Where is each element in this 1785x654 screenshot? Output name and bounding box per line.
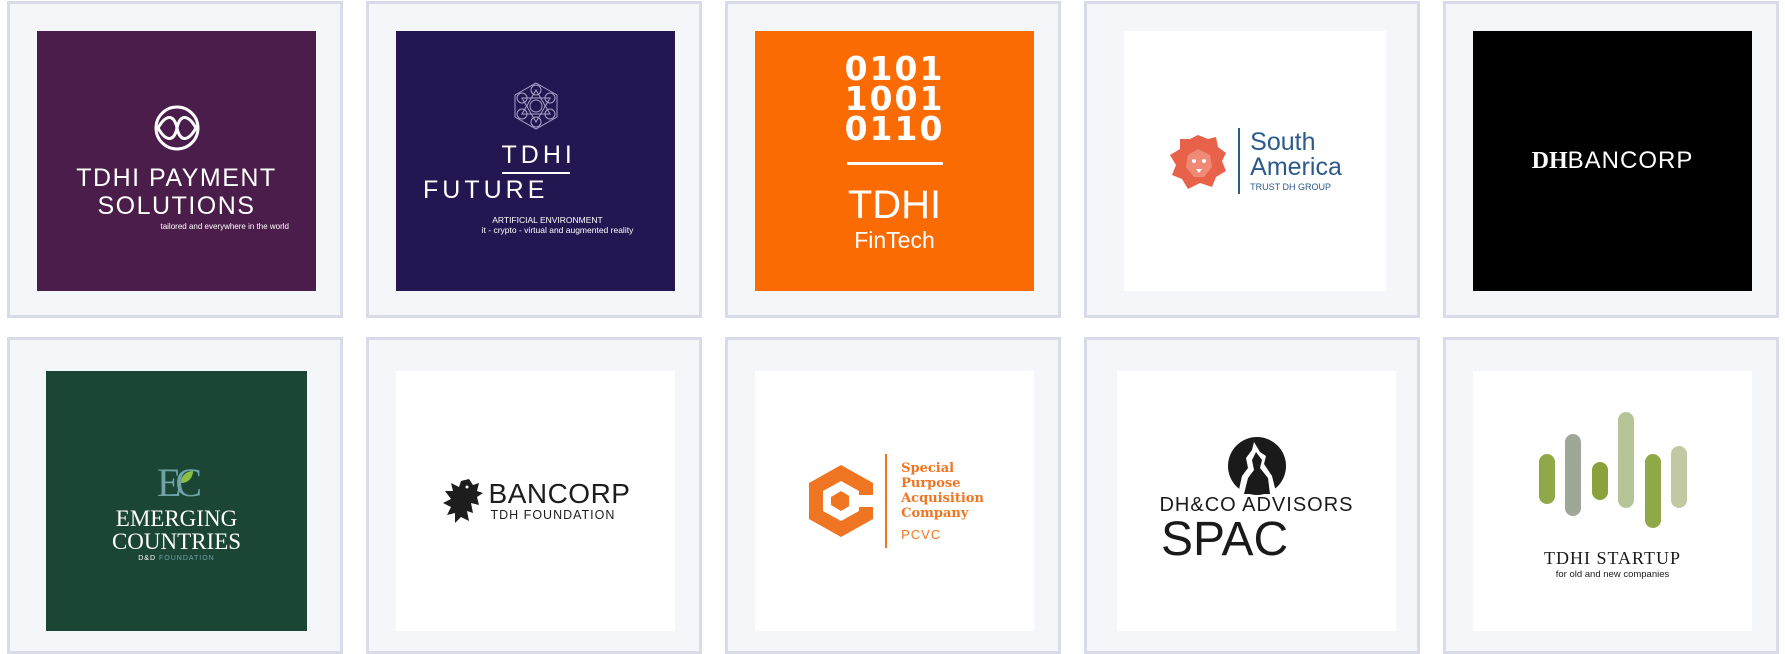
pcvc-text: Special Purpose Acquisition Company PCVC: [901, 461, 984, 542]
payment-tagline: tailored and everywhere in the world: [160, 221, 289, 231]
dhco-spac-logo[interactable]: DH&CO ADVISORS SPAC: [1117, 371, 1396, 631]
startup-logo[interactable]: TDHI STARTUP for old and new companies: [1473, 371, 1752, 631]
dhco-subtitle: SPAC: [1161, 512, 1289, 566]
emerging-mark: EC: [157, 459, 202, 505]
bancorp-tdh-logo[interactable]: BANCORP TDH FOUNDATION: [396, 371, 675, 631]
logo-card-startup[interactable]: TDHI STARTUP for old and new companies: [1443, 337, 1779, 654]
pcvc-line3: Acquisition: [901, 490, 984, 506]
dhbancorp-logo[interactable]: DH BANCORP: [1473, 31, 1752, 291]
bancorp-tagline: TDH FOUNDATION: [490, 508, 616, 522]
pcvc-abbr: PCVC: [901, 526, 942, 542]
south-america-tagline: TRUST DH GROUP: [1250, 182, 1331, 192]
fintech-subtitle: FinTech: [854, 226, 935, 253]
leaf-icon: [180, 470, 193, 483]
payment-title-line2: SOLUTIONS: [97, 191, 256, 220]
pcvc-line1: Special: [901, 460, 955, 476]
south-america-logo[interactable]: South America TRUST DH GROUP: [1124, 31, 1386, 291]
payment-title-line1: TDHI PAYMENT: [76, 163, 277, 192]
logo-card-south-america[interactable]: South America TRUST DH GROUP: [1084, 1, 1420, 318]
payment-logo[interactable]: TDHI PAYMENT SOLUTIONS tailored and ever…: [37, 31, 316, 291]
future-title-line2: FUTURE: [423, 176, 549, 204]
logo-card-dhco-spac[interactable]: DH&CO ADVISORS SPAC: [1084, 337, 1420, 654]
south-america-title-line1: South: [1250, 128, 1316, 156]
logo-card-payment[interactable]: TDHI PAYMENT SOLUTIONS tailored and ever…: [7, 1, 343, 318]
divider: [846, 161, 943, 165]
pcvc-line4: Company: [901, 505, 969, 521]
hexagon-c-icon: [809, 465, 876, 537]
future-title-line1: TDHI: [501, 141, 572, 174]
startup-tagline: for old and new companies: [1555, 569, 1670, 580]
equalizer-bars-icon: [1538, 412, 1687, 528]
lion-head-icon: [1170, 135, 1227, 189]
emerging-tagline-b: FOUNDATION: [158, 554, 215, 562]
emerging-tagline-a: D&D: [138, 554, 157, 562]
binary-line-3: 0110: [844, 108, 945, 148]
fintech-logo[interactable]: 0101 1001 0110 TDHI FinTech: [755, 31, 1034, 291]
future-tagline-line2: it - crypto - virtual and augmented real…: [481, 225, 634, 235]
dhbancorp-prefix: DH: [1531, 147, 1568, 174]
logo-card-fintech[interactable]: 0101 1001 0110 TDHI FinTech: [725, 1, 1061, 318]
metatron-cube-icon: [514, 82, 557, 130]
future-tagline-line1: ARTIFICIAL ENVIRONMENT: [492, 215, 603, 225]
logo-card-bancorp-tdh[interactable]: BANCORP TDH FOUNDATION: [366, 337, 702, 654]
emerging-tagline: D&D FOUNDATION: [138, 555, 215, 562]
heraldic-lion-icon: [442, 479, 483, 523]
pcvc-line2: Purpose: [901, 475, 961, 491]
south-america-text: South America TRUST DH GROUP: [1250, 128, 1342, 193]
logo-card-emerging[interactable]: EC EMERGING COUNTRIES D&D FOUNDATION: [7, 337, 343, 654]
dhbancorp-suffix: BANCORP: [1567, 147, 1694, 174]
emerging-title-line1: EMERGING: [115, 505, 238, 531]
fintech-title: TDHI: [847, 182, 942, 227]
infinity-ribbon-icon: [154, 105, 199, 150]
future-logo[interactable]: TDHI FUTURE ARTIFICIAL ENVIRONMENT it - …: [396, 31, 675, 291]
south-america-title-line2: America: [1250, 153, 1342, 181]
vertical-rule: [1238, 128, 1241, 194]
logo-card-future[interactable]: TDHI FUTURE ARTIFICIAL ENVIRONMENT it - …: [366, 1, 702, 318]
emerging-logo[interactable]: EC EMERGING COUNTRIES D&D FOUNDATION: [46, 371, 307, 631]
logo-card-dhbancorp[interactable]: DH BANCORP: [1443, 1, 1779, 318]
startup-title: TDHI STARTUP: [1544, 548, 1681, 568]
howling-wolf-icon: [1227, 436, 1286, 495]
bancorp-tdh-text: BANCORP TDH FOUNDATION: [488, 478, 631, 523]
bancorp-title: BANCORP: [488, 478, 631, 509]
emerging-title-line2: COUNTRIES: [111, 528, 242, 554]
pcvc-rule: [885, 454, 888, 548]
logo-card-pcvc[interactable]: Special Purpose Acquisition Company PCVC: [725, 337, 1061, 654]
pcvc-logo[interactable]: Special Purpose Acquisition Company PCVC: [755, 371, 1034, 631]
